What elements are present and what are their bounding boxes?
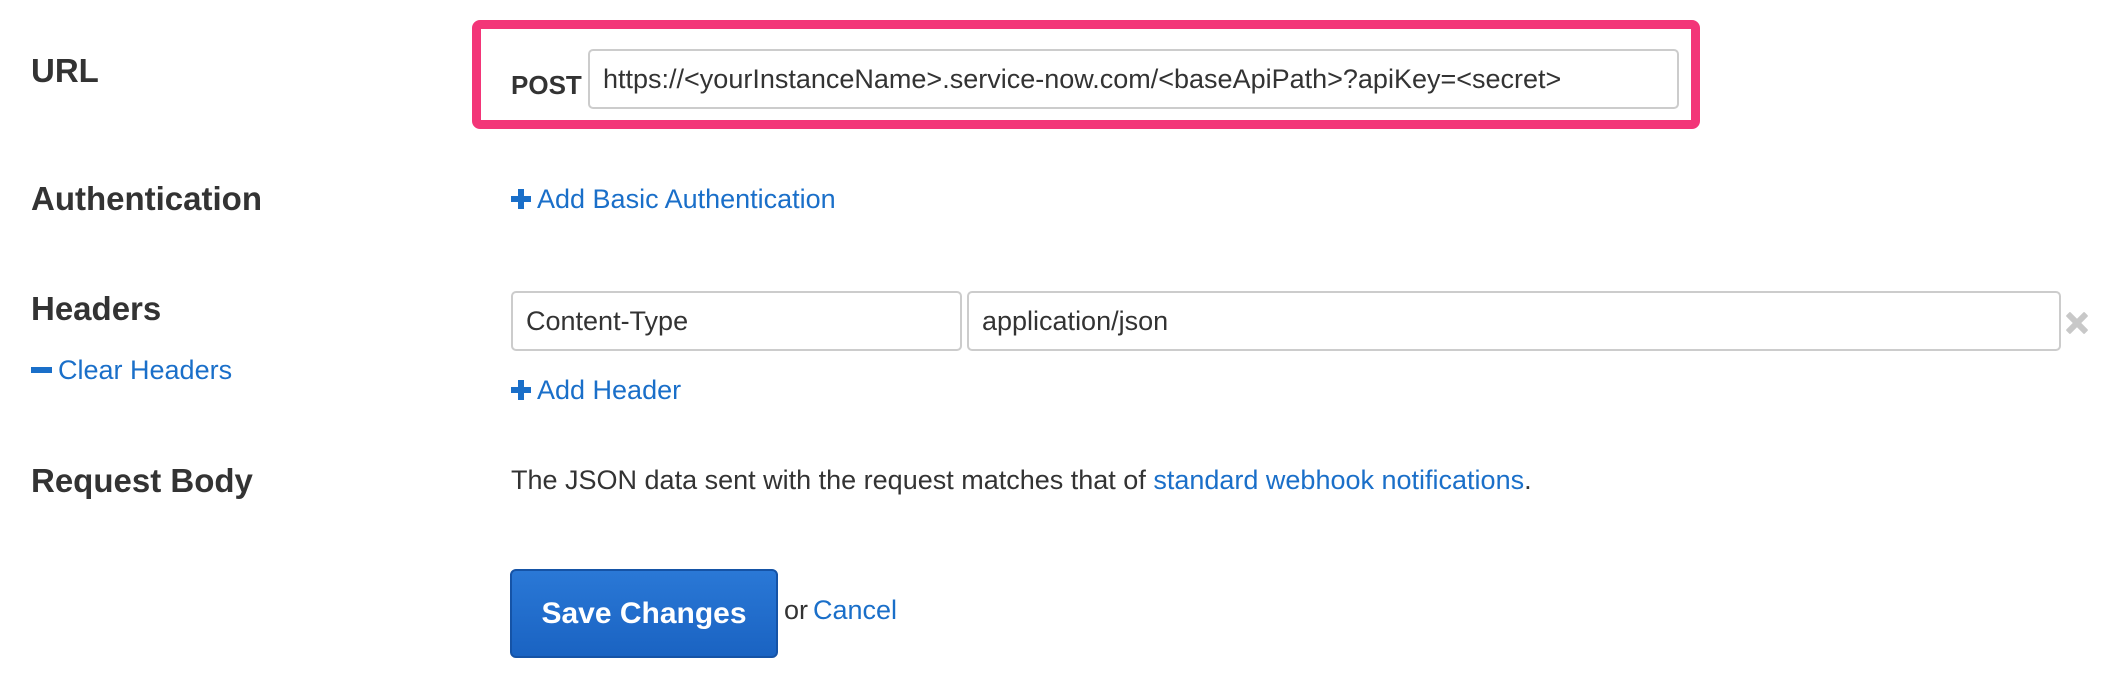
request-body-description: The JSON data sent with the request matc…: [511, 465, 1532, 496]
clear-headers-link[interactable]: Clear Headers: [31, 355, 232, 386]
request-body-description-prefix: The JSON data sent with the request matc…: [511, 465, 1154, 495]
save-changes-button[interactable]: Save Changes: [510, 569, 778, 658]
clear-headers-text: Clear Headers: [58, 355, 233, 385]
add-basic-authentication-text: Add Basic Authentication: [537, 184, 836, 214]
add-header-link[interactable]: Add Header: [511, 375, 681, 406]
minus-icon: [31, 360, 52, 380]
request-body-label: Request Body: [31, 462, 253, 499]
request-body-description-suffix: .: [1524, 465, 1532, 495]
authentication-label: Authentication: [31, 180, 262, 217]
plus-icon: [511, 380, 531, 400]
standard-webhook-notifications-link[interactable]: standard webhook notifications: [1153, 465, 1524, 495]
headers-label: Headers: [31, 290, 162, 327]
header-value-input[interactable]: [967, 291, 2061, 351]
plus-icon: [511, 189, 531, 209]
or-text: or: [784, 595, 809, 625]
header-name-input[interactable]: [511, 291, 962, 351]
add-header-text: Add Header: [537, 375, 682, 405]
url-label: URL: [31, 52, 99, 89]
webhook-settings-form: URL POST Authentication Add Basic Authen…: [0, 0, 2121, 677]
remove-header-close-icon[interactable]: [2066, 312, 2088, 334]
cancel-link[interactable]: Cancel: [813, 595, 897, 626]
url-input[interactable]: [588, 49, 1679, 109]
http-method-label: POST: [511, 70, 582, 100]
add-basic-authentication-link[interactable]: Add Basic Authentication: [511, 184, 836, 215]
